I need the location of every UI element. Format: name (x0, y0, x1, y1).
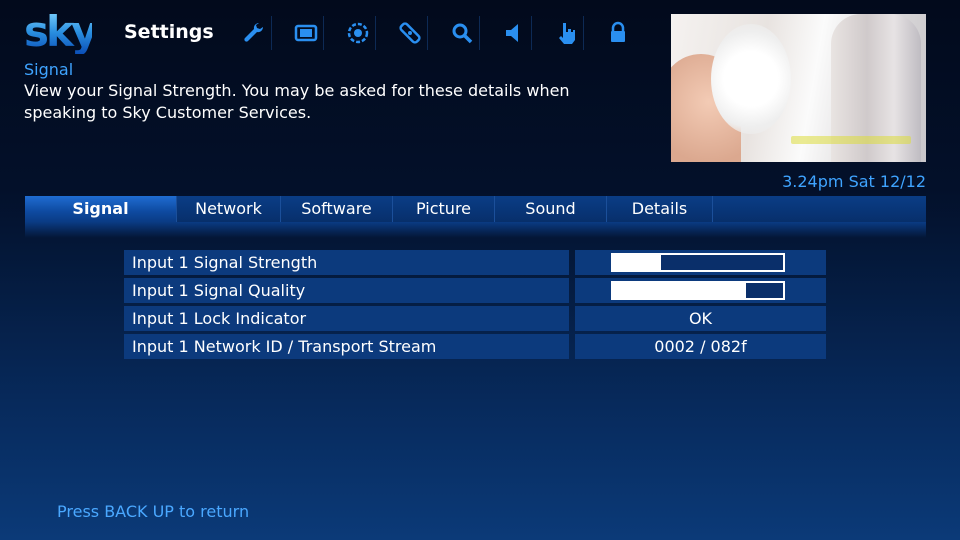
search-icon[interactable] (444, 16, 480, 50)
lock-icon[interactable] (600, 16, 636, 50)
signal-quality-fill (613, 283, 746, 298)
clock: 3.24pm Sat 12/12 (782, 172, 926, 191)
speaker-icon[interactable] (496, 16, 532, 50)
wrench-icon[interactable] (236, 16, 272, 50)
row-label: Input 1 Network ID / Transport Stream (124, 334, 569, 359)
table-row: Input 1 Lock Indicator OK (124, 306, 828, 331)
remote-icon[interactable] (392, 16, 428, 50)
tab-software[interactable]: Software (281, 196, 393, 222)
signal-quality-bar (611, 281, 785, 300)
back-hint: Press BACK UP to return (57, 502, 250, 521)
row-label: Input 1 Signal Strength (124, 250, 569, 275)
row-label: Input 1 Lock Indicator (124, 306, 569, 331)
tab-details[interactable]: Details (607, 196, 713, 222)
table-row: Input 1 Signal Quality (124, 278, 828, 303)
tab-network[interactable]: Network (177, 196, 281, 222)
settings-toolbar (236, 16, 652, 50)
preview-fur (711, 24, 791, 134)
page-title: Settings (124, 21, 214, 43)
screen-icon[interactable] (288, 16, 324, 50)
network-id-value: 0002 / 082f (575, 334, 826, 359)
section-title: Signal (24, 60, 74, 79)
row-label: Input 1 Signal Quality (124, 278, 569, 303)
tab-sound[interactable]: Sound (495, 196, 607, 222)
table-row: Input 1 Signal Strength (124, 250, 828, 275)
content-band (25, 222, 926, 238)
sky-logo: sky (24, 7, 98, 56)
row-value (575, 250, 826, 275)
table-row: Input 1 Network ID / Transport Stream 00… (124, 334, 828, 359)
lock-indicator-value: OK (575, 306, 826, 331)
signal-table: Input 1 Signal Strength Input 1 Signal Q… (124, 250, 828, 362)
tab-picture[interactable]: Picture (393, 196, 495, 222)
tv-preview (671, 14, 926, 162)
row-value (575, 278, 826, 303)
signal-strength-fill (613, 255, 661, 270)
preview-subtitle-bar (791, 136, 911, 144)
tab-signal[interactable]: Signal (25, 196, 177, 222)
signal-strength-bar (611, 253, 785, 272)
settings-circle-icon[interactable] (340, 16, 376, 50)
tab-bar: Signal Network Software Picture Sound De… (25, 196, 926, 222)
section-description: View your Signal Strength. You may be as… (24, 81, 570, 122)
hand-pointer-icon[interactable] (548, 16, 584, 50)
